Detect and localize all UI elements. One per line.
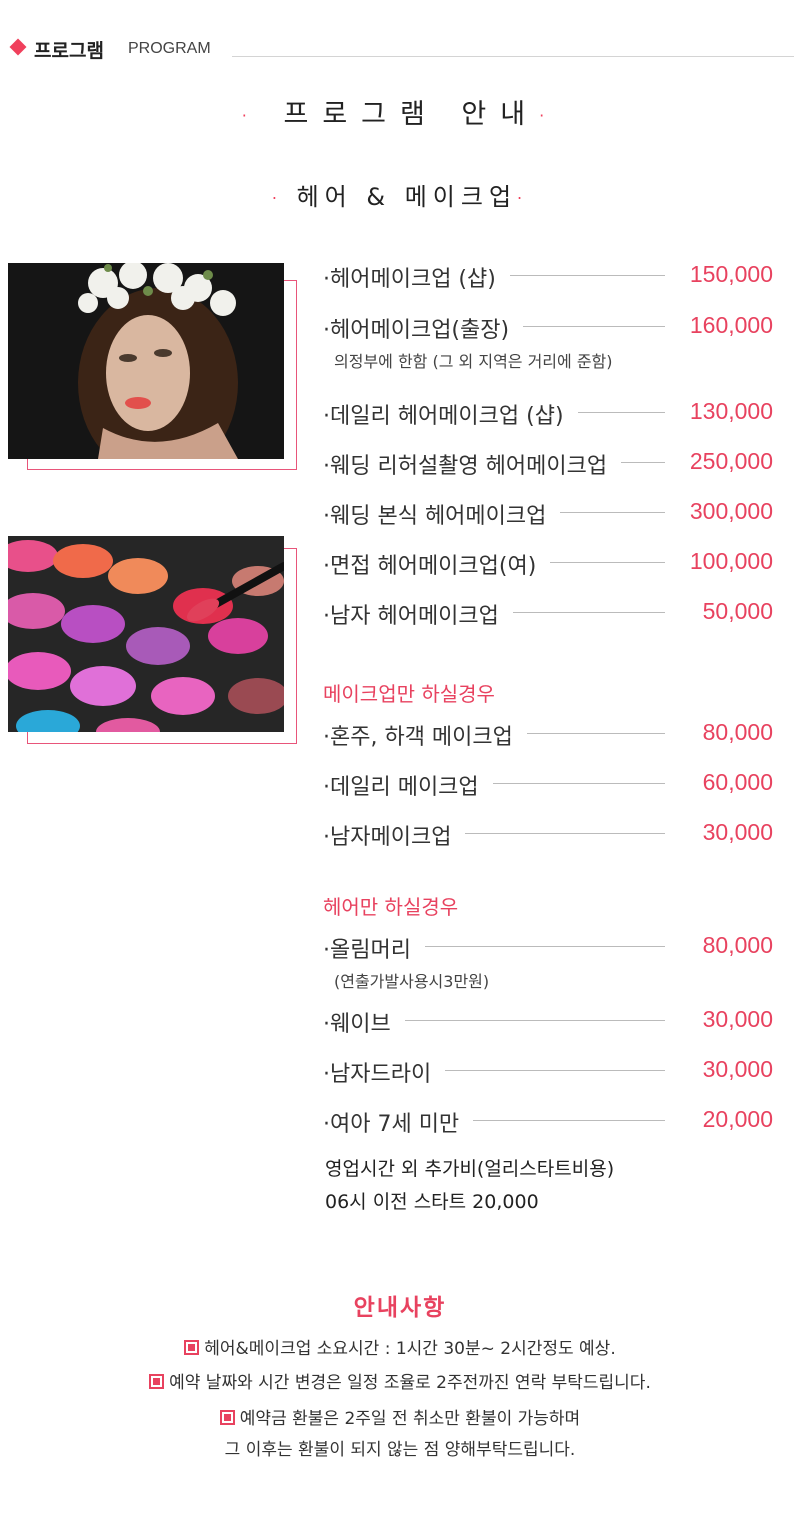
price-row: ·헤어메이크업(출장) 160,000 [323,312,773,344]
service-price: 160,000 [689,312,773,338]
header-title-en: PROGRAM [128,40,211,57]
service-price: 30,000 [702,819,773,845]
notice-line: 그 이후는 환불이 되지 않는 점 양해부탁드립니다. [0,1435,800,1460]
diamond-icon [9,38,27,56]
notice-line: 예약 날짜와 시간 변경은 일정 조율로 2주전까진 연락 부탁드립니다. [0,1368,800,1393]
checkbox-icon [219,1410,235,1425]
checkbox-icon [184,1340,200,1355]
notice-text: 그 이후는 환불이 되지 않는 점 양해부탁드립니다. [224,1440,576,1460]
service-name: ·남자메이크업 [323,819,466,851]
notice-text: 예약 날짜와 시간 변경은 일정 조율로 2주전까진 연락 부탁드립니다. [169,1373,651,1393]
service-name: ·면접 헤어메이크업(여) [323,548,551,580]
service-price: 20,000 [702,1106,773,1132]
notice-text: 예약금 환불은 2주일 전 취소만 환불이 가능하며 [239,1409,581,1429]
leader-line [493,783,665,784]
price-row: ·남자메이크업 30,000 [323,819,773,851]
service-name: ·웨이브 [323,1006,405,1038]
section-hair-only: 헤어만 하실경우 [323,895,459,919]
service-price: 250,000 [689,448,773,474]
section-makeup-only: 메이크업만 하실경우 [323,682,495,706]
leader-line [578,412,665,413]
notice-title: 안내사항 [353,1295,447,1321]
service-price: 100,000 [689,548,773,574]
leader-line [465,833,665,834]
service-name: ·헤어메이크업(출장) [323,312,524,344]
service-price: 30,000 [702,1006,773,1032]
subtitle-text: 헤어 & 메이크업 [296,183,518,211]
price-row: ·웨딩 리허설촬영 헤어메이크업 250,000 [323,448,773,480]
price-row: ·혼주, 하객 메이크업 80,000 [323,719,773,751]
extra-fee-title: 영업시간 외 추가비(얼리스타트비용) [325,1158,615,1180]
service-name: ·남자드라이 [323,1056,446,1088]
service-price: 150,000 [689,261,773,287]
subtitle: · 헤어 & 메이크업· [271,183,529,211]
leader-line [523,326,665,327]
leader-line [510,275,665,276]
extra-fee-detail: 06시 이전 스타트 20,000 [325,1191,539,1213]
service-price: 300,000 [689,498,773,524]
service-price: 80,000 [702,719,773,745]
checkbox-icon [149,1374,165,1389]
header-title-ko: 프로그램 [34,40,104,62]
service-note: (연출가발사용시3만원) [334,972,490,991]
leader-line [513,612,665,613]
service-name: ·데일리 메이크업 [323,769,493,801]
price-row: ·여아 7세 미만 20,000 [323,1106,773,1138]
service-name: ·헤어메이크업 (샵) [323,261,510,293]
hair-model-photo [8,263,284,459]
service-price: 60,000 [702,769,773,795]
service-name: ·혼주, 하객 메이크업 [323,719,527,751]
service-price: 130,000 [689,398,773,424]
service-name: ·데일리 헤어메이크업 (샵) [323,398,578,430]
page-title: · 프로그램 안내· [241,99,559,130]
leader-line [445,1070,665,1071]
price-row: ·데일리 메이크업 60,000 [323,769,773,801]
leader-line [550,562,665,563]
service-name: ·남자 헤어메이크업 [323,598,513,630]
price-row: ·남자 헤어메이크업 50,000 [323,598,773,630]
service-price: 50,000 [702,598,773,624]
price-row: ·헤어메이크업 (샵) 150,000 [323,261,773,293]
section-header: 프로그램 PROGRAM [9,36,794,62]
eyeshadow-palette-photo [8,536,284,732]
price-row: ·데일리 헤어메이크업 (샵) 130,000 [323,398,773,430]
service-note: 의정부에 한함 (그 외 지역은 거리에 준함) [334,352,613,371]
page-title-text: 프로그램 안내 [283,99,540,130]
price-row: ·면접 헤어메이크업(여) 100,000 [323,548,773,580]
service-name: ·여아 7세 미만 [323,1106,474,1138]
leader-line [527,733,665,734]
leader-line [473,1120,665,1121]
service-name: ·웨딩 본식 헤어메이크업 [323,498,561,530]
service-name: ·올림머리 [323,932,425,964]
header-divider [232,56,794,57]
notice-line: 헤어&메이크업 소요시간 : 1시간 30분~ 2시간정도 예상. [0,1334,800,1359]
leader-line [621,462,665,463]
price-row: ·웨이브 30,000 [323,1006,773,1038]
leader-line [405,1020,665,1021]
service-price: 80,000 [702,932,773,958]
notice-text: 헤어&메이크업 소요시간 : 1시간 30분~ 2시간정도 예상. [204,1339,616,1359]
service-name: ·웨딩 리허설촬영 헤어메이크업 [323,448,622,480]
price-row: ·올림머리 80,000 [323,932,773,964]
notice-line: 예약금 환불은 2주일 전 취소만 환불이 가능하며 [0,1404,800,1429]
service-price: 30,000 [702,1056,773,1082]
leader-line [425,946,665,947]
price-row: ·웨딩 본식 헤어메이크업 300,000 [323,498,773,530]
price-row: ·남자드라이 30,000 [323,1056,773,1088]
leader-line [560,512,665,513]
